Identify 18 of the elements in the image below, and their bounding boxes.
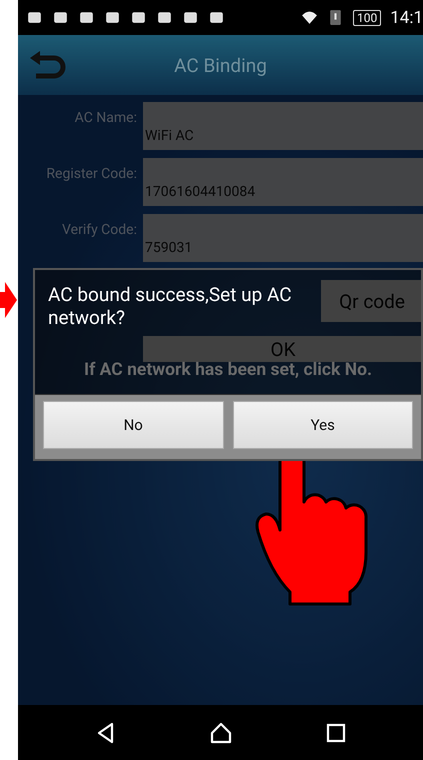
input-field[interactable]: 759031 <box>143 214 423 262</box>
screen-title: AC Binding <box>174 54 267 76</box>
pointer-arrow-icon <box>0 282 17 318</box>
wifi-icon <box>300 9 318 26</box>
dialog-hint: If AC network has been set, click No. <box>84 360 372 380</box>
field-label: AC Name: <box>74 109 137 128</box>
dialog-button[interactable]: Yes <box>232 400 413 449</box>
input-field[interactable]: WiFi AC <box>143 102 423 150</box>
background-button[interactable]: OK <box>143 336 423 362</box>
field-label: Register Code: <box>45 165 137 184</box>
dialog-message: AC bound success,Set up AC network? <box>48 284 293 330</box>
dialog-button[interactable]: No <box>43 400 224 449</box>
home-icon[interactable] <box>208 720 232 744</box>
battery-level: 100 <box>352 10 382 26</box>
clock-time: 14:1 <box>390 8 423 28</box>
input-field[interactable]: 17061604410084 <box>143 158 423 206</box>
field-label: Verify Code: <box>61 221 137 240</box>
background-button[interactable]: Qr code <box>321 280 423 322</box>
